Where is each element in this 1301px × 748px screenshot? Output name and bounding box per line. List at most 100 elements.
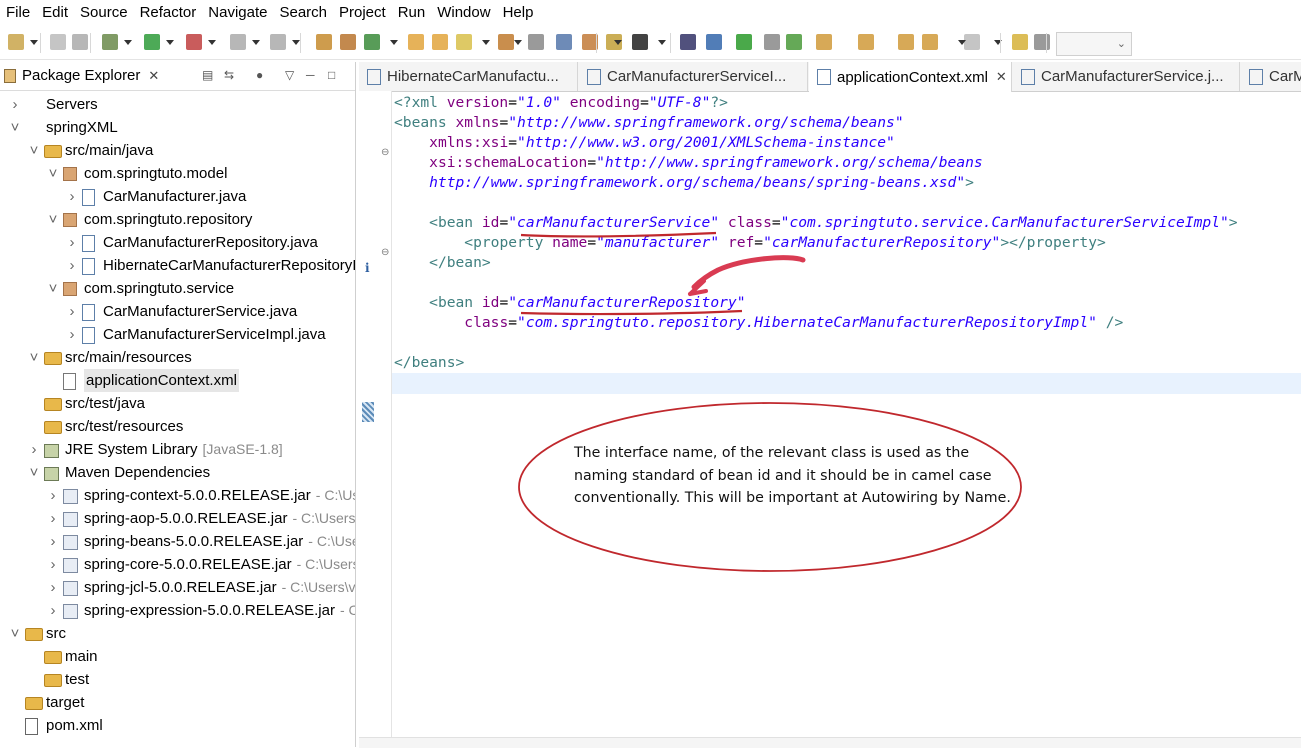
- editor-tab[interactable]: CarManufacturerServiceI...: [579, 62, 808, 91]
- tree-item[interactable]: ›spring-expression-5.0.0.RELEASE.jar- C:…: [0, 599, 355, 622]
- chevron-down-icon[interactable]: ˅: [10, 622, 20, 645]
- chevron-right-icon[interactable]: ›: [48, 484, 58, 507]
- menu-item-project[interactable]: Project: [333, 0, 392, 25]
- dropdown-arrow-icon[interactable]: [166, 40, 174, 45]
- tree-item[interactable]: ˅com.springtuto.service: [0, 277, 355, 300]
- chevron-right-icon[interactable]: ›: [67, 185, 77, 208]
- toolbar-combo[interactable]: ⌄: [1056, 32, 1132, 56]
- minimize-icon[interactable]: ─: [306, 68, 315, 82]
- tree-item[interactable]: ›CarManufacturer.java: [0, 185, 355, 208]
- collapse-all-icon[interactable]: ▤: [202, 68, 213, 82]
- menu-item-help[interactable]: Help: [497, 0, 540, 25]
- chevron-down-icon[interactable]: ˅: [48, 277, 58, 300]
- save-all-icon[interactable]: [72, 34, 88, 50]
- maximize-icon[interactable]: □: [328, 68, 335, 82]
- close-icon[interactable]: ✕: [996, 69, 1007, 85]
- close-icon[interactable]: ✕: [148, 68, 159, 84]
- chevron-right-icon[interactable]: ›: [67, 231, 77, 254]
- tab-package-explorer[interactable]: Package Explorer ✕: [4, 67, 159, 84]
- stop-icon[interactable]: [230, 34, 246, 50]
- run-icon[interactable]: [144, 34, 160, 50]
- user-icon[interactable]: [632, 34, 648, 50]
- tree-item[interactable]: ›spring-context-5.0.0.RELEASE.jar- C:\Us…: [0, 484, 355, 507]
- editor-tab[interactable]: applicationContext.xml✕: [809, 62, 1012, 92]
- filters-icon[interactable]: ●: [256, 68, 263, 82]
- tree-item[interactable]: ›spring-core-5.0.0.RELEASE.jar- C:\Users…: [0, 553, 355, 576]
- tree-item[interactable]: applicationContext.xml: [0, 369, 355, 392]
- step-icon[interactable]: [270, 34, 286, 50]
- tree-item[interactable]: test: [0, 668, 355, 691]
- link-with-editor-icon[interactable]: ⇆: [224, 68, 234, 82]
- menu-item-navigate[interactable]: Navigate: [202, 0, 273, 25]
- tree-item[interactable]: src/test/java: [0, 392, 355, 415]
- dropdown-arrow-icon[interactable]: [292, 40, 300, 45]
- chevron-right-icon[interactable]: ›: [10, 93, 20, 116]
- dropdown-arrow-icon[interactable]: [124, 40, 132, 45]
- debug-icon[interactable]: [102, 34, 118, 50]
- chevron-right-icon[interactable]: ›: [48, 507, 58, 530]
- chevron-right-icon[interactable]: ›: [48, 576, 58, 599]
- dropdown-arrow-icon[interactable]: [208, 40, 216, 45]
- new-project-icon[interactable]: [316, 34, 332, 50]
- chevron-right-icon[interactable]: ›: [67, 300, 77, 323]
- terminal-icon[interactable]: [680, 34, 696, 50]
- menu-item-run[interactable]: Run: [392, 0, 432, 25]
- menu-item-source[interactable]: Source: [74, 0, 134, 25]
- menu-item-edit[interactable]: Edit: [36, 0, 74, 25]
- scroll-icon[interactable]: [764, 34, 780, 50]
- tree-item[interactable]: ˅src: [0, 622, 355, 645]
- tree-item[interactable]: ˅src/main/java: [0, 139, 355, 162]
- chevron-right-icon[interactable]: ›: [48, 530, 58, 553]
- tree-item[interactable]: ˅src/main/resources: [0, 346, 355, 369]
- tree-item[interactable]: ˅springXML: [0, 116, 355, 139]
- editor-tab[interactable]: HibernateCarManufactu...: [359, 62, 578, 91]
- view-menu-icon[interactable]: ▽: [285, 68, 294, 82]
- next-annotation-icon[interactable]: [816, 34, 832, 50]
- chevron-right-icon[interactable]: ›: [48, 599, 58, 622]
- horizontal-scrollbar[interactable]: [359, 737, 1301, 748]
- breakpoint-icon[interactable]: [706, 34, 722, 50]
- grid-icon[interactable]: [1034, 34, 1050, 50]
- editor-tab[interactable]: CarMa: [1241, 62, 1301, 91]
- tree-item[interactable]: ›CarManufacturerService.java: [0, 300, 355, 323]
- dropdown-arrow-icon[interactable]: [30, 40, 38, 45]
- chevron-down-icon[interactable]: ˅: [29, 346, 39, 369]
- globe-icon[interactable]: [556, 34, 572, 50]
- editor-tab[interactable]: CarManufacturerService.j...: [1013, 62, 1240, 91]
- refresh-icon[interactable]: [528, 34, 544, 50]
- open-type-icon[interactable]: [408, 34, 424, 50]
- new-package-icon[interactable]: [340, 34, 356, 50]
- chevron-right-icon[interactable]: ›: [67, 254, 77, 277]
- search-icon[interactable]: [456, 34, 472, 50]
- tree-item[interactable]: ˅com.springtuto.repository: [0, 208, 355, 231]
- chevron-down-icon[interactable]: ˅: [29, 461, 39, 484]
- dropdown-arrow-icon[interactable]: [614, 40, 622, 45]
- tree-item[interactable]: pom.xml: [0, 714, 355, 737]
- open-task-icon[interactable]: [498, 34, 514, 50]
- pin-icon[interactable]: [1012, 34, 1028, 50]
- run-spring-icon[interactable]: [736, 34, 752, 50]
- tree-item[interactable]: ˅com.springtuto.model: [0, 162, 355, 185]
- dropdown-arrow-icon[interactable]: [390, 40, 398, 45]
- dropdown-arrow-icon[interactable]: [514, 40, 522, 45]
- tree-item[interactable]: ›CarManufacturerServiceImpl.java: [0, 323, 355, 346]
- tree-item[interactable]: ›spring-beans-5.0.0.RELEASE.jar- C:\User…: [0, 530, 355, 553]
- fold-icon[interactable]: ⊖: [381, 247, 389, 258]
- dropdown-arrow-icon[interactable]: [958, 40, 966, 45]
- menu-item-refactor[interactable]: Refactor: [134, 0, 203, 25]
- tree-item[interactable]: ›spring-jcl-5.0.0.RELEASE.jar- C:\Users\…: [0, 576, 355, 599]
- chevron-down-icon[interactable]: ˅: [29, 139, 39, 162]
- chevron-down-icon[interactable]: ˅: [48, 162, 58, 185]
- dropdown-arrow-icon[interactable]: [482, 40, 490, 45]
- refresh-spring-icon[interactable]: [786, 34, 802, 50]
- tree-item[interactable]: target: [0, 691, 355, 714]
- tree-item[interactable]: main: [0, 645, 355, 668]
- tree-item[interactable]: ›Servers: [0, 93, 355, 116]
- tree-item[interactable]: ›CarManufacturerRepository.java: [0, 231, 355, 254]
- menu-item-search[interactable]: Search: [273, 0, 333, 25]
- new-class-icon[interactable]: [364, 34, 380, 50]
- last-edit-icon[interactable]: [898, 34, 914, 50]
- fold-icon[interactable]: ⊖: [381, 147, 389, 158]
- external-tools-icon[interactable]: [186, 34, 202, 50]
- chevron-right-icon[interactable]: ›: [29, 438, 39, 461]
